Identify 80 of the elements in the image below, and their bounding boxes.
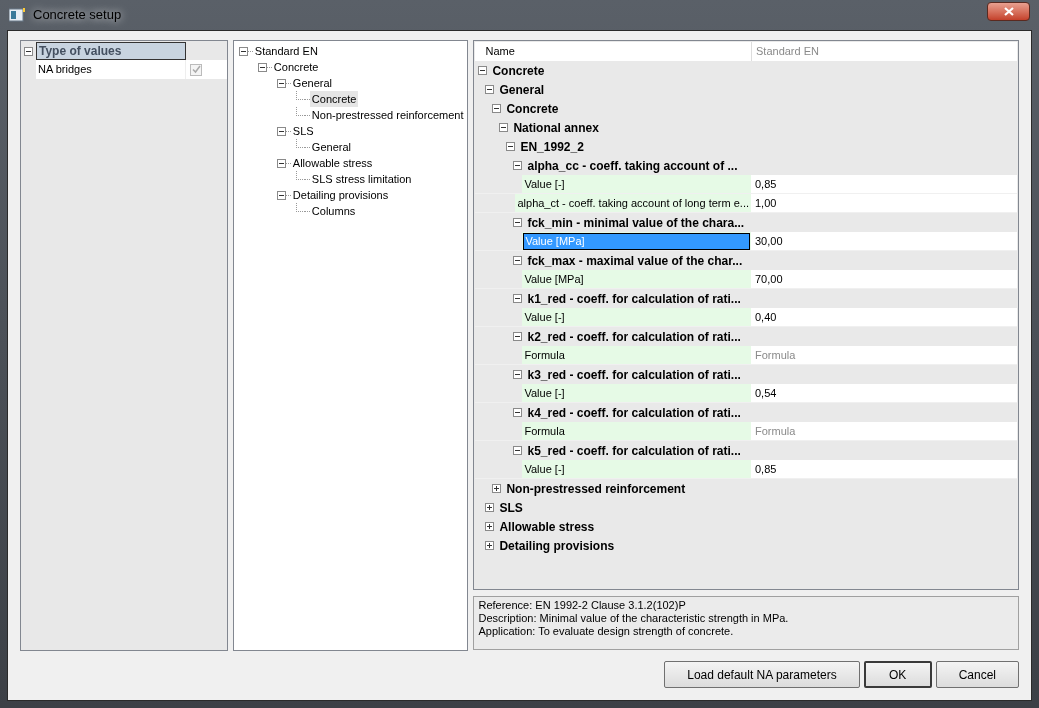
close-icon <box>1003 6 1014 16</box>
collapse-icon[interactable] <box>238 46 248 56</box>
collapse-icon[interactable] <box>506 142 516 151</box>
collapse-icon[interactable] <box>276 78 286 88</box>
collapse-icon[interactable] <box>276 158 286 168</box>
collapse-icon[interactable] <box>276 126 286 136</box>
group-label: k3_red - coeff. for calculation of rati... <box>527 366 741 384</box>
group-label: fck_min - minimal value of the chara... <box>527 214 745 232</box>
dialog-button[interactable]: Cancel <box>935 661 1019 688</box>
group-label: Concrete <box>506 100 559 118</box>
group-label: Allowable stress <box>499 518 595 536</box>
property-value[interactable]: 0,40 <box>751 308 1017 326</box>
property-name[interactable]: Value [-] <box>523 308 750 326</box>
setting-label: NA bridges <box>36 60 186 79</box>
collapse-icon[interactable] <box>513 294 523 303</box>
tree-item[interactable]: Allowable stress <box>290 154 375 172</box>
property-name[interactable]: Value [-] <box>523 175 750 193</box>
tree-item[interactable]: SLS <box>290 122 316 140</box>
collapse-icon[interactable] <box>513 408 523 417</box>
property-value[interactable]: 1,00 <box>751 194 1017 212</box>
dialog-button[interactable]: OK <box>863 661 932 688</box>
expand-icon[interactable] <box>485 541 495 550</box>
app-icon <box>9 8 25 22</box>
info-line: Description: Minimal value of the characteristic strength in MPa. <box>478 612 790 625</box>
property-value[interactable]: 0,54 <box>751 384 1017 402</box>
close-button[interactable] <box>987 1 1030 21</box>
tree-item[interactable]: Non-prestressed reinforcement <box>309 106 466 124</box>
property-value[interactable]: 30,00 <box>751 232 1017 250</box>
tree-item[interactable]: Concrete <box>309 90 359 108</box>
collapse-icon[interactable] <box>492 104 502 113</box>
collapse-icon[interactable] <box>485 85 495 94</box>
tree-item[interactable]: SLS stress limitation <box>309 170 414 188</box>
collapse-icon[interactable] <box>513 446 523 455</box>
collapse-icon[interactable] <box>276 190 286 200</box>
group-label: fck_max - maximal value of the char... <box>527 252 743 270</box>
property-value[interactable]: 70,00 <box>751 270 1017 288</box>
collapse-icon[interactable] <box>499 123 509 132</box>
property-name[interactable]: alpha_ct - coeff. taking account of long term e... <box>516 194 750 212</box>
group-label: Detailing provisions <box>499 537 615 555</box>
group-label: k4_red - coeff. for calculation of rati... <box>527 404 741 422</box>
property-value[interactable]: 0,85 <box>751 460 1017 478</box>
collapse-icon[interactable] <box>513 370 523 379</box>
collapse-icon[interactable] <box>257 62 267 72</box>
expand-icon[interactable] <box>485 503 495 512</box>
collapse-icon[interactable] <box>478 66 488 75</box>
category-label[interactable]: Type of values <box>36 42 186 60</box>
info-line: Application: To evaluate design strength of concrete. <box>478 625 735 638</box>
expand-icon[interactable] <box>492 484 502 493</box>
group-label: k2_red - coeff. for calculation of rati... <box>527 328 741 346</box>
collapse-icon[interactable] <box>513 332 523 341</box>
property-name[interactable]: Value [MPa] <box>523 270 750 288</box>
dialog-button[interactable]: Load default NA parameters <box>664 661 860 688</box>
column-header[interactable]: Name <box>475 42 751 61</box>
group-label: k1_red - coeff. for calculation of rati... <box>527 290 741 308</box>
info-line: Reference: EN 1992-2 Clause 3.1.2(102)P <box>478 599 687 612</box>
collapse-icon[interactable] <box>513 256 523 265</box>
collapse-icon[interactable] <box>24 46 33 56</box>
tree-item[interactable]: Detailing provisions <box>290 186 391 204</box>
check-icon <box>191 65 201 74</box>
group-label: Concrete <box>492 62 545 80</box>
group-label: SLS <box>499 499 523 517</box>
group-label: k5_red - coeff. for calculation of rati... <box>527 442 741 460</box>
group-label: Non-prestressed reinforcement <box>506 480 686 498</box>
tree-item[interactable]: Concrete <box>271 58 321 76</box>
tree-item[interactable]: Standard EN <box>252 42 320 60</box>
collapse-icon[interactable] <box>513 161 523 170</box>
group-label: alpha_cc - coeff. taking account of ... <box>527 157 738 175</box>
collapse-icon[interactable] <box>513 218 523 227</box>
group-label: National annex <box>513 119 599 137</box>
window-title: Concrete setup <box>33 6 122 25</box>
column-header[interactable]: Standard EN <box>751 42 1017 61</box>
property-value[interactable]: 0,85 <box>751 175 1017 193</box>
tree-item[interactable]: General <box>309 138 353 156</box>
property-name[interactable]: Value [-] <box>523 384 750 402</box>
group-label: EN_1992_2 <box>520 138 584 156</box>
group-label: General <box>499 81 545 99</box>
property-name[interactable]: Value [-] <box>523 460 750 478</box>
tree-item[interactable]: General <box>290 74 334 92</box>
tree-item[interactable]: Columns <box>309 202 358 220</box>
expand-icon[interactable] <box>485 522 495 531</box>
